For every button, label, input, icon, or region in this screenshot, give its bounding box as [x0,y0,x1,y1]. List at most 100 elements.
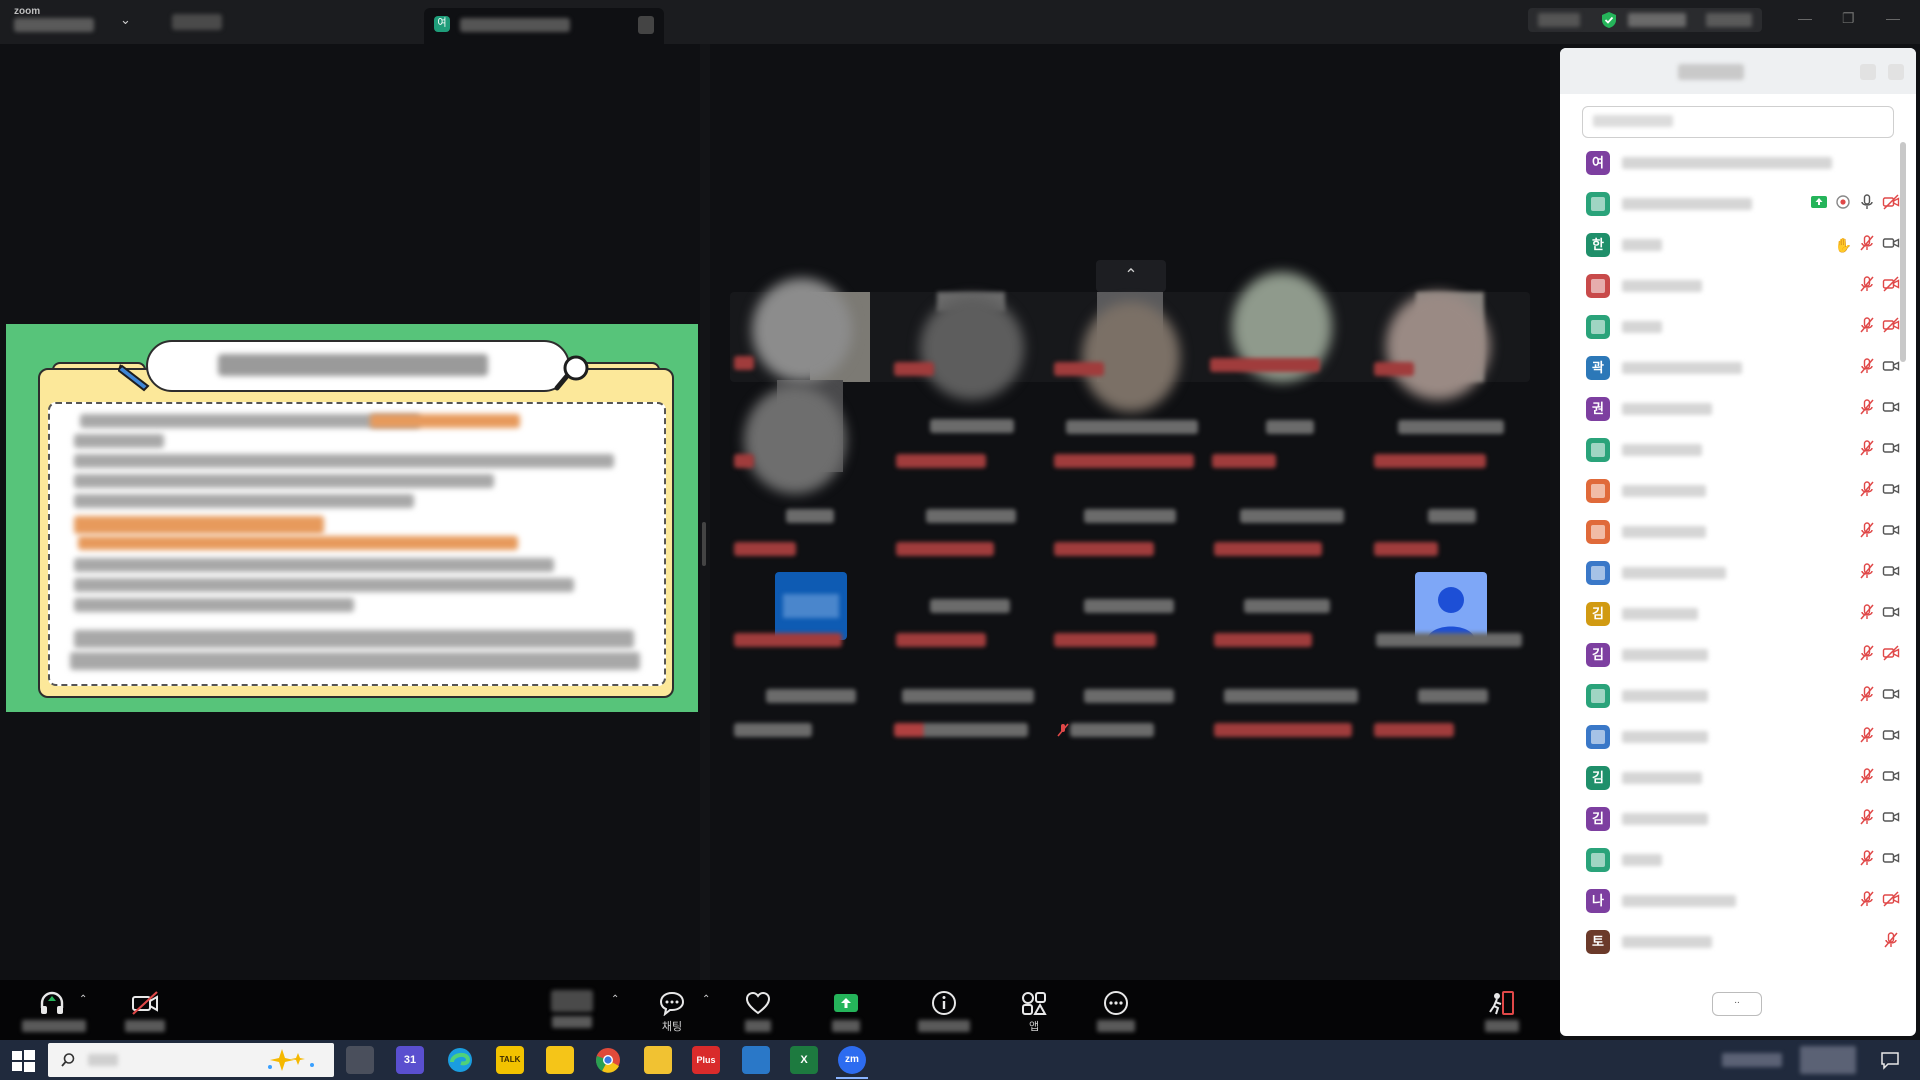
sticky-notes-icon[interactable] [546,1046,574,1074]
participant-name [1418,689,1488,703]
participant-status-icons [1858,521,1900,544]
participant-photo [744,386,846,494]
chat-caret[interactable]: ⌃ [702,994,710,1005]
task-view-icon[interactable] [346,1046,374,1074]
chrome-browser-icon[interactable] [594,1046,622,1074]
calendar-app[interactable]: 31 [396,1046,424,1074]
meeting-info-button[interactable] [1538,13,1580,27]
participant-name [1428,509,1476,523]
participant-row[interactable] [1560,306,1904,347]
home-button[interactable] [172,14,222,30]
close-icon[interactable]: — [1886,10,1900,26]
participant-status [896,633,986,647]
participant-status [1214,542,1322,556]
audio-options-caret[interactable]: ⌃ [79,994,87,1005]
participant-row[interactable] [1560,470,1904,511]
chevron-up-icon[interactable]: ⌃ [1096,260,1166,292]
windows-start-icon[interactable] [10,1048,36,1074]
close-panel-icon[interactable] [1888,64,1904,80]
chevron-down-icon[interactable]: ⌄ [120,12,131,28]
meeting-tab-avatar: 여 [434,16,450,32]
audio-button[interactable] [22,990,86,1036]
app-icon[interactable] [742,1046,770,1074]
account-name[interactable] [14,18,94,32]
participant-row[interactable]: 김 [1560,798,1904,839]
clock[interactable] [1800,1046,1856,1074]
video-tile[interactable] [775,572,847,640]
participant-row[interactable]: 여 [1560,142,1904,183]
participant-row[interactable] [1560,716,1904,757]
participant-row[interactable]: 김 [1560,757,1904,798]
participant-row[interactable]: 나 [1560,880,1904,921]
excel-app[interactable]: X [790,1046,818,1074]
kakaotalk-app[interactable]: TALK [496,1046,524,1074]
participant-name [1622,485,1706,497]
zoom-app-label: zm [845,1054,859,1065]
zoom-logo: zoom [14,6,41,17]
video-button[interactable] [115,990,175,1036]
participant-status [1070,723,1154,737]
participant-status [734,633,842,647]
participant-avatar: 김 [1586,766,1610,790]
apps-button[interactable]: 앱 [1004,990,1064,1036]
split-divider[interactable] [700,44,710,980]
mic-muted-icon [1858,603,1876,626]
participant-row[interactable]: 곽 [1560,347,1904,388]
reactions-button[interactable] [728,990,788,1036]
chat-button[interactable]: 채팅 [642,990,702,1036]
notification-icon[interactable] [1880,1050,1900,1070]
maximize-icon[interactable]: ❐ [1842,10,1855,27]
participant-row[interactable] [1560,552,1904,593]
video-on-icon [1882,521,1900,544]
apps-label: 앱 [1028,1021,1040,1033]
title-bar: zoom ⌄ 여 — ❐ — [0,0,1920,44]
video-on-icon [1882,767,1900,790]
slide-title-bubble [146,340,570,392]
participant-status [1214,723,1352,737]
file-explorer-icon[interactable] [644,1046,672,1074]
participant-row[interactable]: 김 [1560,634,1904,675]
participant-name [786,509,834,523]
participant-status-icons [1858,890,1900,911]
participants-caret[interactable]: ⌃ [611,994,619,1005]
plus-app[interactable]: Plus [692,1046,720,1074]
participant-row[interactable] [1560,511,1904,552]
participant-avatar: 김 [1586,643,1610,667]
participant-row[interactable] [1560,429,1904,470]
participant-search-input[interactable] [1582,106,1894,138]
participant-avatar [1586,520,1610,544]
participant-row[interactable]: 토 [1560,921,1904,962]
raise-hand-icon: ✋ [1834,236,1852,253]
participant-row[interactable]: 김 [1560,593,1904,634]
participant-row[interactable] [1560,675,1904,716]
view-button[interactable] [1628,13,1686,27]
participant-status-icons [1858,808,1900,829]
participant-row[interactable]: 권 [1560,388,1904,429]
zoom-app[interactable]: zm [838,1046,866,1074]
video-tile[interactable] [1415,572,1487,640]
layout-button[interactable] [1706,13,1752,27]
divider-handle[interactable] [702,522,706,566]
leave-button[interactable] [1472,990,1532,1036]
participant-row[interactable] [1560,265,1904,306]
share-screen-button[interactable] [816,990,876,1036]
popout-icon[interactable] [1860,64,1876,80]
minimize-icon[interactable]: — [1798,10,1812,26]
more-button[interactable] [1086,990,1146,1036]
participant-avatar: 김 [1586,602,1610,626]
scrollbar[interactable] [1900,142,1906,362]
participants-button[interactable] [542,990,602,1036]
participant-avatar: 곽 [1586,356,1610,380]
edge-browser-icon[interactable] [446,1046,474,1074]
participant-row[interactable] [1560,839,1904,880]
participant-row[interactable] [1560,183,1904,224]
tab-menu-icon[interactable] [638,16,654,34]
participant-name [1224,689,1358,703]
meeting-tab[interactable]: 여 [424,8,664,44]
system-tray[interactable] [1722,1053,1782,1067]
participant-row[interactable]: 한 ✋ [1560,224,1904,265]
more-options-button[interactable]: .. [1712,992,1762,1016]
info-button[interactable] [914,990,974,1036]
taskbar-search-input[interactable] [48,1043,334,1077]
shield-icon[interactable] [1600,11,1618,29]
